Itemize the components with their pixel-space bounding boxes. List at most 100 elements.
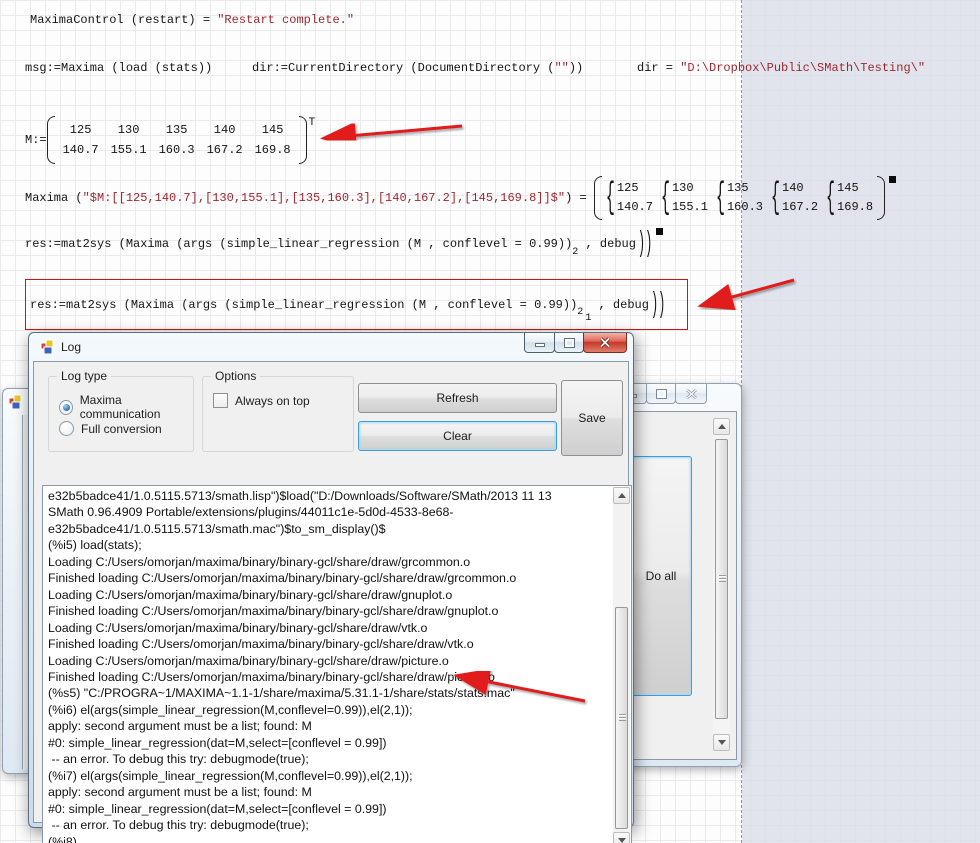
checkbox-label: Always on top [235, 394, 310, 408]
window-title: Log [61, 340, 81, 354]
formula-dir-value[interactable]: dir = "D:\Dropbox\Public\SMath\Testing\" [637, 61, 925, 75]
arrow-to-matrix [326, 126, 462, 138]
result-pair: {130155.1 [661, 179, 708, 217]
matrix-values: 125130135140145140.7155.1160.3167.2169.8 [55, 118, 299, 162]
formula-res-def-2[interactable]: res:=mat2sys (Maxima (args (simple_linea… [30, 280, 665, 329]
formula-code: )) [569, 61, 583, 75]
scroll-up-button[interactable] [613, 487, 630, 504]
close-button[interactable] [675, 384, 707, 404]
matrix-cell: 125 [57, 120, 105, 140]
log-line: Loading C:/Users/omorjan/maxima/binary/b… [48, 587, 611, 603]
log-line: Loading C:/Users/omorjan/maxima/binary/b… [48, 554, 611, 570]
log-line: (%s5) "C:/PROGRA~1/MAXIMA~1.1-1/share/ma… [48, 685, 611, 701]
result-close-paren [877, 176, 885, 220]
close-button[interactable] [583, 333, 627, 353]
formula-code: res:=mat2sys (Maxima (args (simple_linea… [30, 298, 577, 312]
selection-handle[interactable] [889, 176, 896, 183]
formula-code: M:= [25, 133, 47, 147]
matrix-row: 125130135140145 [57, 120, 297, 140]
background-window-scrollbar[interactable] [713, 418, 730, 751]
background-window-left[interactable] [2, 388, 30, 774]
minimize-icon [535, 338, 545, 347]
page-margin-shade [742, 0, 980, 843]
pair-value: 155.1 [672, 198, 708, 217]
brace-glyph: { [826, 177, 835, 220]
maximize-button[interactable] [646, 384, 676, 404]
log-line: (%i6) el(args(simple_linear_regression(M… [48, 702, 611, 718]
log-line: apply: second argument must be a list; f… [48, 718, 611, 734]
pair-value: 135 [727, 179, 763, 198]
pair-values: 140167.2 [782, 179, 818, 217]
formula-code: res:=mat2sys (Maxima (args (simple_linea… [25, 237, 572, 251]
log-line: Finished loading C:/Users/omorjan/maxima… [48, 570, 611, 586]
group-options: Options Always on top [202, 376, 354, 452]
log-textbox[interactable]: e32b5badce41/1.0.5115.5713/smath.lisp")$… [42, 485, 632, 843]
result-pair: {135160.3 [716, 179, 763, 217]
group-label: Log type [57, 369, 111, 383]
formula-code: , debug [591, 298, 649, 312]
scrollbar-grip [619, 714, 626, 721]
log-scrollbar[interactable] [613, 487, 630, 843]
matrix-cell: 167.2 [201, 140, 249, 160]
log-window[interactable]: Log Log type Maxima communication [28, 332, 634, 828]
scroll-down-button[interactable] [613, 832, 630, 843]
log-text[interactable]: e32b5badce41/1.0.5115.5713/smath.lisp")$… [48, 488, 611, 843]
scrollbar-thumb[interactable] [615, 607, 628, 829]
pair-value: 130 [672, 179, 708, 198]
highlight-box: res:=mat2sys (Maxima (args (simple_linea… [25, 279, 688, 330]
log-line: Finished loading C:/Users/omorjan/maxima… [48, 636, 611, 652]
pair-values: 125140.7 [617, 179, 653, 217]
clear-button[interactable]: Clear [358, 421, 557, 451]
formula-res-def[interactable]: res:=mat2sys (Maxima (args (simple_linea… [25, 228, 663, 260]
winforms-app-icon [7, 394, 23, 410]
scrollbar-grip [719, 575, 726, 582]
formula-dir-def[interactable]: dir:=CurrentDirectory (DocumentDirectory… [252, 61, 583, 75]
smath-worksheet-canvas[interactable]: MaximaControl (restart) = "Restart compl… [0, 0, 980, 843]
maximize-icon [564, 338, 575, 348]
refresh-button[interactable]: Refresh [358, 383, 557, 413]
save-button[interactable]: Save [561, 380, 623, 456]
scroll-down-button[interactable] [713, 734, 730, 751]
radio-label: Full conversion [81, 422, 162, 436]
formula-msg-def[interactable]: msg:=Maxima (load (stats)) [25, 61, 212, 75]
save-label: Save [578, 411, 605, 425]
winforms-app-icon [39, 339, 55, 355]
formula-code: dir:=CurrentDirectory (DocumentDirectory… [252, 61, 554, 75]
log-line: (%i7) el(args(simple_linear_regression(M… [48, 768, 611, 784]
matrix-cell: 155.1 [105, 140, 153, 160]
matrix-cell: 140.7 [57, 140, 105, 160]
log-line: -- an error. To debug this try: debugmod… [48, 817, 611, 833]
minimize-button[interactable] [524, 333, 555, 353]
log-line: Loading C:/Users/omorjan/maxima/binary/b… [48, 620, 611, 636]
radio-dot [59, 421, 74, 436]
formula-maximacontrol[interactable]: MaximaControl (restart) = "Restart compl… [30, 13, 354, 27]
log-line: -- an error. To debug this try: debugmod… [48, 751, 611, 767]
maximize-button[interactable] [554, 333, 584, 353]
do-all-button[interactable]: Do all [630, 456, 692, 696]
log-line: (%i5) load(stats); [48, 537, 611, 553]
pair-value: 160.3 [727, 198, 763, 217]
radio-full-conversion[interactable]: Full conversion [59, 421, 162, 436]
log-line: SMath 0.96.4909 Portable/extensions/plug… [48, 504, 611, 520]
pair-value: 167.2 [782, 198, 818, 217]
selection-handle[interactable] [656, 228, 663, 235]
maximize-icon [656, 389, 667, 399]
formula-maxima-m-assign[interactable]: Maxima ("$M:[[125,140.7],[130,155.1],[13… [25, 176, 896, 220]
scrollbar-thumb[interactable] [715, 439, 728, 719]
matrix-cell: 169.8 [249, 140, 297, 160]
scroll-up-button[interactable] [713, 418, 730, 435]
radio-maxima-communication[interactable]: Maxima communication [59, 393, 193, 421]
checkbox-always-on-top[interactable]: Always on top [213, 393, 310, 408]
log-line: #0: simple_linear_regression(dat=M,selec… [48, 735, 611, 751]
brace-glyph: { [716, 177, 725, 220]
subscript-index: 2 [572, 247, 578, 258]
result-pair: {140167.2 [771, 179, 818, 217]
pair-value: 145 [837, 179, 873, 198]
do-all-label: Do all [646, 569, 677, 583]
formula-matrix-m[interactable]: M:= 125130135140145140.7155.1160.3167.21… [25, 116, 315, 164]
log-window-caption-buttons [525, 333, 627, 353]
log-line: apply: second argument must be a list; f… [48, 784, 611, 800]
closing-brackets: )) [638, 227, 652, 261]
subscript-index-2: 1 [585, 313, 591, 324]
formula-string-value: "$M:[[125,140.7],[130,155.1],[135,160.3]… [83, 191, 565, 205]
